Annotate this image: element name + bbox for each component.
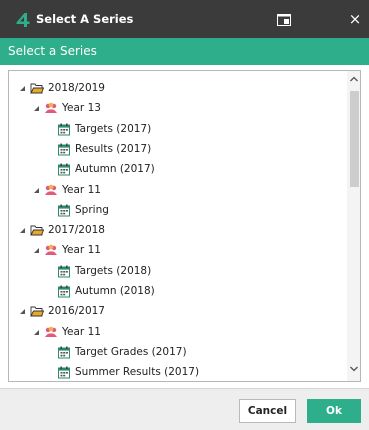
tree-item-series[interactable]: Targets (2017): [57, 120, 151, 138]
student-group-icon: [45, 326, 57, 337]
triangle-expanded-icon[interactable]: [19, 227, 26, 234]
triangle-expanded-icon[interactable]: [33, 329, 40, 336]
calendar-icon: [58, 143, 70, 155]
tree-item-series[interactable]: Autumn (2018): [57, 282, 155, 300]
tree-item-series[interactable]: Autumn (2017): [57, 160, 155, 178]
tree-item-label: Results (2017): [75, 143, 152, 155]
tree-item-series[interactable]: Summer Results (2017): [57, 363, 199, 381]
tree-item-year[interactable]: 2018/2019: [19, 79, 105, 97]
tree-item-series[interactable]: Results (2017): [57, 140, 151, 158]
dialog-title: Select a Series: [8, 44, 97, 58]
triangle-expanded-icon[interactable]: [33, 247, 40, 254]
tree-item-label: Spring: [75, 204, 109, 216]
tree-item-label: Summer Results (2017): [75, 366, 200, 378]
student-group-icon: [45, 184, 57, 195]
popout-icon[interactable]: [277, 14, 291, 26]
folder-open-icon: [30, 225, 44, 235]
triangle-expanded-icon[interactable]: [19, 85, 26, 92]
series-tree[interactable]: 2018/2019 Year 13 Targets (2017) Results (2…: [8, 70, 361, 382]
tree-item-group[interactable]: Year 11: [33, 241, 101, 259]
tree-item-series[interactable]: Targets (2018): [57, 262, 151, 280]
dialog-footer: Cancel Ok: [0, 388, 369, 430]
tree-item-label: Year 11: [62, 326, 101, 338]
tree-item-label: Autumn (2018): [75, 285, 155, 297]
tree-item-label: Targets (2017): [75, 123, 152, 135]
tree-item-label: Year 11: [62, 244, 101, 256]
window-title: Select A Series: [36, 12, 134, 26]
four-logo-icon: [16, 13, 30, 27]
folder-open-icon: [30, 83, 44, 93]
student-group-icon: [45, 244, 57, 255]
scrollbar-thumb[interactable]: [350, 91, 359, 187]
tree-item-label: Targets (2018): [75, 265, 152, 277]
tree-item-year[interactable]: 2016/2017: [19, 302, 105, 320]
vertical-scrollbar[interactable]: [347, 71, 361, 381]
student-group-icon: [45, 102, 57, 113]
tree-item-label: Autumn (2017): [75, 163, 155, 175]
tree-item-group[interactable]: Year 11: [33, 323, 101, 341]
cancel-button[interactable]: Cancel: [239, 399, 296, 423]
tree-item-group[interactable]: Year 11: [33, 181, 101, 199]
dialog-header: Select a Series: [0, 38, 369, 65]
calendar-icon: [58, 204, 70, 216]
tree-item-series[interactable]: Spring: [57, 201, 109, 219]
tree-item-label: Year 13: [62, 102, 101, 114]
tree-item-label: Year 11: [62, 184, 101, 196]
triangle-expanded-icon[interactable]: [19, 308, 26, 315]
triangle-expanded-icon[interactable]: [33, 105, 40, 112]
tree-item-group[interactable]: Year 13: [33, 99, 101, 117]
title-bar: Select A Series ×: [0, 0, 369, 38]
calendar-icon: [58, 163, 70, 175]
calendar-icon: [58, 285, 70, 297]
scroll-down-icon[interactable]: [347, 364, 361, 374]
calendar-icon: [58, 265, 70, 277]
tree-item-label: 2018/2019: [48, 82, 105, 94]
folder-open-icon: [30, 306, 44, 316]
tree-item-year[interactable]: 2017/2018: [19, 221, 105, 239]
calendar-icon: [58, 366, 70, 378]
scroll-up-icon[interactable]: [347, 74, 361, 84]
calendar-icon: [58, 123, 70, 135]
tree-item-label: 2016/2017: [48, 305, 105, 317]
tree-item-label: Target Grades (2017): [75, 346, 187, 358]
triangle-expanded-icon[interactable]: [33, 187, 40, 194]
close-icon[interactable]: ×: [346, 9, 364, 29]
calendar-icon: [58, 346, 70, 358]
ok-button[interactable]: Ok: [307, 399, 361, 423]
tree-item-label: 2017/2018: [48, 224, 105, 236]
tree-item-series[interactable]: Target Grades (2017): [57, 343, 187, 361]
